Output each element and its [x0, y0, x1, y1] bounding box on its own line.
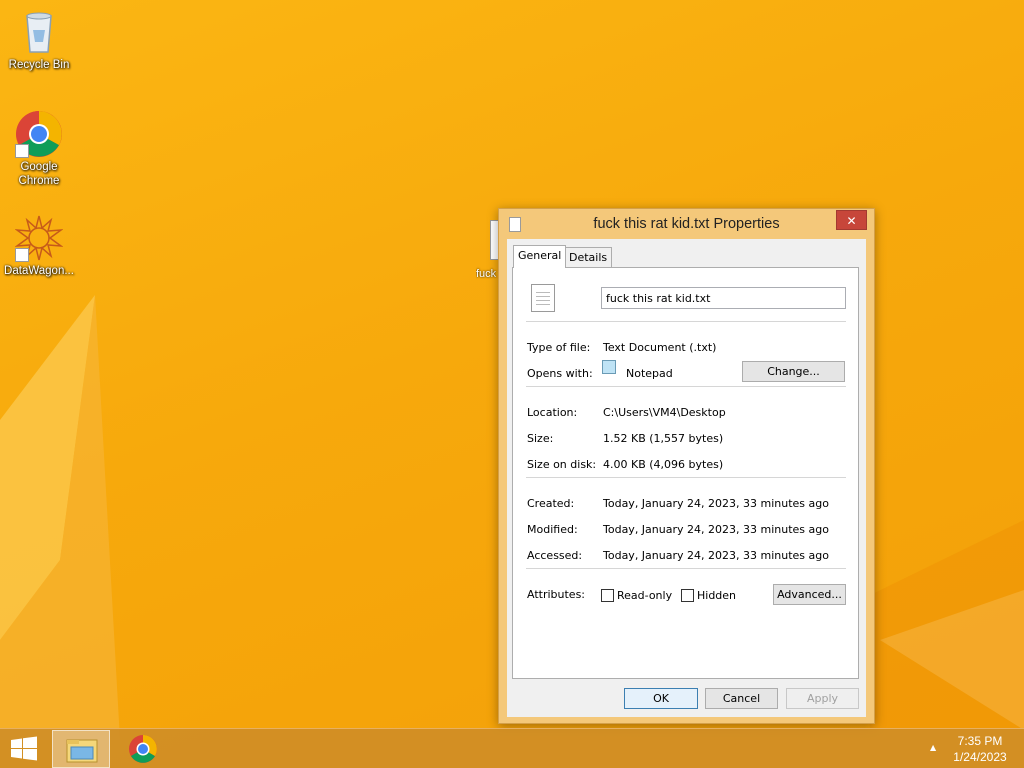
divider — [526, 568, 846, 569]
clock-date: 1/24/2023 — [953, 750, 1007, 764]
recycle-bin-icon — [15, 8, 63, 56]
notepad-icon — [602, 360, 616, 374]
hidden-checkbox[interactable] — [681, 589, 694, 602]
opens-with-value: Notepad — [626, 367, 673, 380]
dialog-title: fuck this rat kid.txt Properties — [593, 216, 780, 232]
change-button[interactable]: Change... — [742, 361, 845, 382]
created-label: Created: — [527, 497, 575, 510]
text-file-icon — [490, 220, 498, 260]
clock[interactable]: 7:35 PM 1/24/2023 — [940, 733, 1020, 765]
type-label: Type of file: — [527, 341, 591, 354]
dialog-titlebar[interactable]: fuck this rat kid.txt Properties ✕ — [499, 209, 874, 239]
shortcut-arrow-icon — [15, 144, 29, 158]
modified-label: Modified: — [527, 523, 578, 536]
divider — [526, 321, 846, 322]
desktop-icon-label: Recycle Bin — [8, 59, 70, 71]
size-label: Size: — [527, 432, 554, 445]
type-value: Text Document (.txt) — [603, 341, 717, 354]
cancel-button[interactable]: Cancel — [705, 688, 778, 709]
size-on-disk-value: 4.00 KB (4,096 bytes) — [603, 458, 724, 471]
dialog-content: General Details Type of file: Text Docum… — [507, 239, 866, 717]
size-value: 1.52 KB (1,557 bytes) — [603, 432, 724, 445]
attributes-label: Attributes: — [527, 588, 586, 601]
hidden-label[interactable]: Hidden — [697, 589, 736, 602]
divider — [526, 477, 846, 478]
start-button[interactable] — [0, 729, 48, 768]
properties-dialog: fuck this rat kid.txt Properties ✕ Gener… — [498, 208, 875, 724]
desktop-icon-recycle-bin[interactable]: Recycle Bin — [1, 8, 77, 72]
ok-button[interactable]: OK — [624, 688, 698, 709]
close-button[interactable]: ✕ — [836, 210, 867, 230]
modified-value: Today, January 24, 2023, 33 minutes ago — [603, 523, 829, 536]
general-tab-panel: Type of file: Text Document (.txt) Opens… — [512, 267, 859, 679]
text-document-icon — [531, 284, 555, 312]
size-on-disk-label: Size on disk: — [527, 458, 597, 471]
taskbar — [0, 728, 1024, 768]
desktop-icon-label: fuck K — [476, 268, 498, 280]
readonly-label[interactable]: Read-only — [617, 589, 672, 602]
chrome-icon — [129, 735, 157, 763]
apply-button[interactable]: Apply — [786, 688, 859, 709]
chrome-icon — [15, 110, 63, 158]
created-value: Today, January 24, 2023, 33 minutes ago — [603, 497, 829, 510]
desktop-icon-label: Google Chrome — [18, 161, 60, 187]
show-hidden-icons-button[interactable]: ▲ — [930, 743, 936, 752]
folder-icon — [66, 739, 98, 763]
desktop-icon-datawagon[interactable]: DataWagon... — [1, 214, 77, 278]
desktop-icon-text-file[interactable]: fuck K — [476, 218, 498, 298]
file-explorer-taskbar-button[interactable] — [52, 730, 110, 768]
location-label: Location: — [527, 406, 578, 419]
file-icon — [509, 217, 521, 232]
accessed-value: Today, January 24, 2023, 33 minutes ago — [603, 549, 829, 562]
advanced-button[interactable]: Advanced... — [773, 584, 846, 605]
readonly-checkbox[interactable] — [601, 589, 614, 602]
filename-input[interactable] — [601, 287, 846, 309]
tab-general[interactable]: General — [513, 245, 567, 268]
divider — [526, 386, 846, 387]
windows-logo-icon — [11, 736, 37, 761]
tab-details[interactable]: Details — [564, 247, 613, 267]
location-value: C:\Users\VM4\Desktop — [603, 406, 726, 419]
shortcut-arrow-icon — [15, 248, 29, 262]
desktop-icon-google-chrome[interactable]: Google Chrome — [1, 110, 77, 188]
accessed-label: Accessed: — [527, 549, 583, 562]
desktop-icon-label: DataWagon... — [4, 265, 74, 277]
clock-time: 7:35 PM — [957, 734, 1003, 748]
chrome-taskbar-button[interactable] — [115, 730, 173, 768]
opens-with-label: Opens with: — [527, 367, 593, 380]
datawagon-icon — [14, 214, 64, 262]
